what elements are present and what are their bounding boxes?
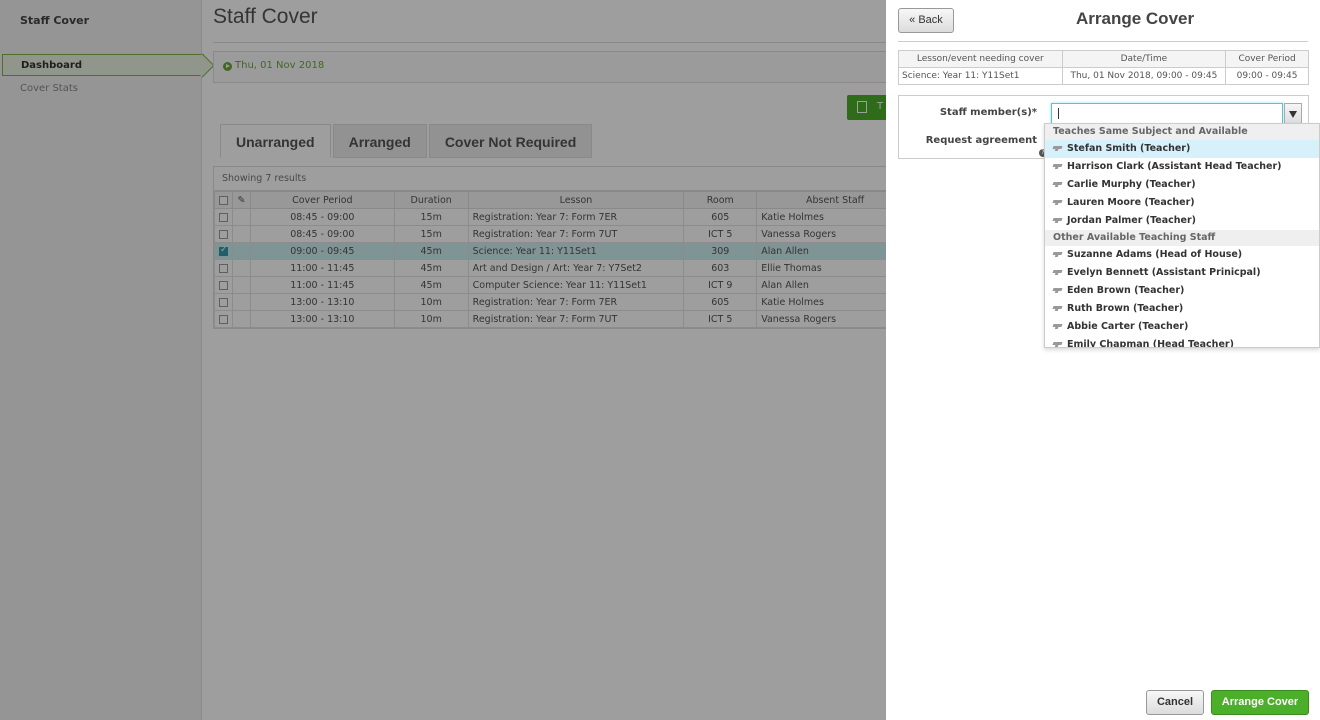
option-label: Jordan Palmer (Teacher) (1067, 215, 1197, 226)
staff-member-label: Staff member(s)* (939, 107, 1037, 118)
arrange-cover-panel: « Back Arrange Cover Lesson/event needin… (886, 0, 1320, 720)
dropdown-option[interactable]: Eden Brown (Teacher) (1045, 282, 1319, 300)
option-label: Eden Brown (Teacher) (1067, 285, 1185, 296)
graduation-cap-icon (1052, 182, 1063, 185)
dropdown-group-heading: Teaches Same Subject and Available (1045, 124, 1319, 140)
graduation-cap-icon (1052, 164, 1063, 167)
panel-title: Arrange Cover (1076, 9, 1195, 28)
info-header-datetime: Date/Time (1061, 50, 1227, 68)
text-caret (1058, 108, 1059, 119)
info-datetime: Thu, 01 Nov 2018, 09:00 - 09:45 (1061, 67, 1227, 85)
dropdown-option[interactable]: Stefan Smith (Teacher) (1045, 140, 1319, 158)
dropdown-group-heading: Other Available Teaching Staff (1045, 230, 1319, 246)
graduation-cap-icon (1052, 252, 1063, 255)
option-label: Ruth Brown (Teacher) (1067, 303, 1184, 314)
dropdown-option[interactable]: Lauren Moore (Teacher) (1045, 194, 1319, 212)
option-label: Suzanne Adams (Head of House) (1067, 249, 1243, 260)
dropdown-option[interactable]: Suzanne Adams (Head of House) (1045, 246, 1319, 264)
graduation-cap-icon (1052, 200, 1063, 203)
graduation-cap-icon (1052, 288, 1063, 291)
info-header-cover-period: Cover Period (1225, 50, 1309, 68)
info-cover-period: 09:00 - 09:45 (1225, 67, 1309, 85)
option-label: Emily Chapman (Head Teacher) (1067, 339, 1234, 348)
option-label: Harrison Clark (Assistant Head Teacher) (1067, 161, 1282, 172)
option-label: Carlie Murphy (Teacher) (1067, 179, 1196, 190)
option-label: Stefan Smith (Teacher) (1067, 143, 1191, 154)
option-label: Evelyn Bennett (Assistant Prinicpal) (1067, 267, 1261, 278)
option-label: Lauren Moore (Teacher) (1067, 197, 1195, 208)
graduation-cap-icon (1052, 306, 1063, 309)
divider (898, 41, 1308, 42)
dropdown-option[interactable]: Jordan Palmer (Teacher) (1045, 212, 1319, 230)
chevron-down-icon[interactable] (1284, 103, 1302, 124)
dropdown-option[interactable]: Evelyn Bennett (Assistant Prinicpal) (1045, 264, 1319, 282)
dropdown-option[interactable]: Carlie Murphy (Teacher) (1045, 176, 1319, 194)
cover-info-table: Lesson/event needing cover Date/Time Cov… (898, 50, 1309, 85)
request-agreement-label: Request agreement (925, 135, 1037, 146)
modal-overlay[interactable] (0, 0, 886, 720)
info-header-lesson: Lesson/event needing cover (898, 50, 1063, 68)
option-label: Abbie Carter (Teacher) (1067, 321, 1189, 332)
staff-member-input[interactable] (1051, 103, 1283, 124)
staff-dropdown-list[interactable]: Teaches Same Subject and Available Stefa… (1044, 123, 1320, 348)
dropdown-option[interactable]: Abbie Carter (Teacher) (1045, 318, 1319, 336)
graduation-cap-icon (1052, 270, 1063, 273)
graduation-cap-icon (1052, 146, 1063, 149)
dropdown-option[interactable]: Ruth Brown (Teacher) (1045, 300, 1319, 318)
info-lesson: Science: Year 11: Y11Set1 (898, 67, 1063, 85)
dropdown-option[interactable]: Emily Chapman (Head Teacher) (1045, 336, 1319, 348)
graduation-cap-icon (1052, 218, 1063, 221)
back-button[interactable]: « Back (898, 8, 954, 33)
graduation-cap-icon (1052, 342, 1063, 345)
arrange-cover-button[interactable]: Arrange Cover (1211, 690, 1309, 715)
dropdown-option[interactable]: Harrison Clark (Assistant Head Teacher) (1045, 158, 1319, 176)
cancel-button[interactable]: Cancel (1146, 690, 1204, 715)
graduation-cap-icon (1052, 324, 1063, 327)
